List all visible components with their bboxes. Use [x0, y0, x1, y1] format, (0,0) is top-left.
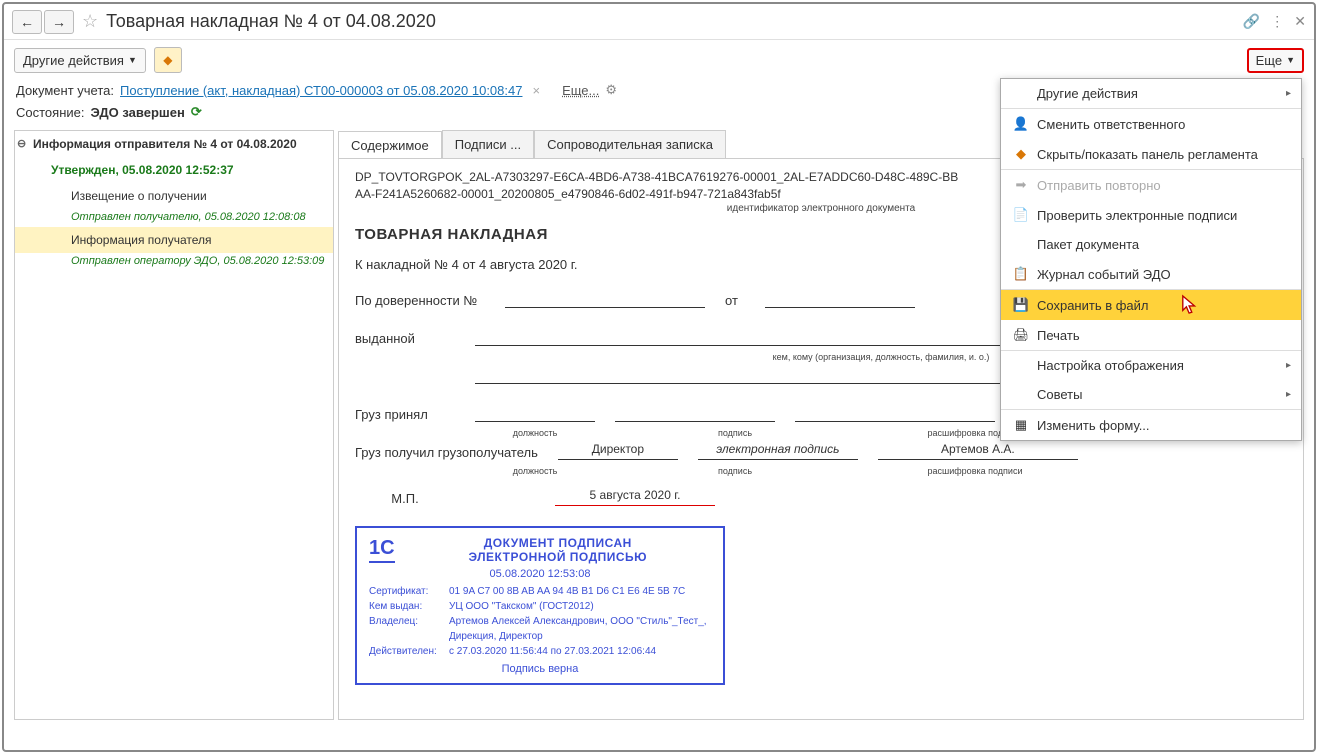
sig-date: 05.08.2020 12:53:08 [369, 568, 711, 580]
menu-resend: ➡Отправить повторно [1001, 170, 1301, 200]
toolbar: Другие действия ▼ ◆ Еще ▼ [4, 40, 1314, 80]
proxy-label: По доверенности № [355, 293, 485, 308]
menu-print[interactable]: 🖨Печать [1001, 320, 1301, 351]
menu-change-form[interactable]: ▦Изменить форму... [1001, 410, 1301, 440]
cap-decrypt-2: расшифровка подписи [875, 466, 1075, 476]
receive-position: Директор [558, 442, 678, 460]
sig-valid-k: Действителен: [369, 644, 449, 659]
other-actions-label: Другие действия [23, 53, 124, 68]
doc-label: Документ учета: [16, 83, 114, 98]
signature-box: 1C ДОКУМЕНТ ПОДПИСАНЭЛЕКТРОННОЙ ПОДПИСЬЮ… [355, 526, 725, 685]
menu-verify-signatures[interactable]: 📄Проверить электронные подписи [1001, 200, 1301, 230]
print-icon: 🖨 [1011, 327, 1031, 343]
accept-position [475, 404, 595, 422]
menu-event-log[interactable]: 📋Журнал событий ЭДО [1001, 259, 1301, 290]
sig-logo: 1C [369, 537, 395, 563]
receive-decrypt: Артемов А.А. [878, 442, 1078, 460]
cap-sign-2: подпись [655, 466, 815, 476]
accept-decrypt [795, 404, 995, 422]
state-value: ЭДО завершен [90, 105, 184, 120]
proxy-from-label: от [725, 293, 745, 308]
sidebar-approved: Утвержден, 05.08.2020 12:52:37 [15, 157, 333, 183]
menu-package[interactable]: Пакет документа [1001, 230, 1301, 259]
sig-ok: Подпись верна [369, 663, 711, 675]
more-button[interactable]: Еще ▼ [1247, 48, 1304, 73]
kebab-icon[interactable]: ⋮ [1270, 13, 1284, 30]
more-label: Еще [1256, 53, 1282, 68]
doc-more-link[interactable]: Еще... [562, 83, 599, 98]
menu-other-actions[interactable]: Другие действия [1001, 79, 1301, 109]
sidebar-item-recipient-status: Отправлен оператору ЭДО, 05.08.2020 12:5… [15, 253, 333, 271]
back-button[interactable]: ← [12, 10, 42, 34]
app-window: ← → ☆ Товарная накладная № 4 от 04.08.20… [2, 2, 1316, 752]
sig-issuer-k: Кем выдан: [369, 599, 449, 614]
cap-position-2: должность [475, 466, 595, 476]
chevron-down-icon: ▼ [128, 55, 137, 65]
sidebar: Информация отправителя № 4 от 04.08.2020… [14, 130, 334, 720]
doc-link[interactable]: Поступление (акт, накладная) СТ00-000003… [120, 83, 522, 98]
chevron-down-icon: ▼ [1286, 55, 1295, 65]
sig-cert-k: Сертификат: [369, 584, 449, 599]
save-icon: 💾 [1011, 297, 1031, 313]
person-icon: 👤 [1011, 116, 1031, 132]
accept-sign [615, 404, 775, 422]
refresh-icon[interactable]: ⟳ [191, 104, 202, 120]
clear-doc-icon[interactable]: × [532, 83, 540, 98]
sig-valid-v: с 27.03.2020 11:56:44 по 27.03.2021 12:0… [449, 644, 656, 659]
menu-change-responsible[interactable]: 👤Сменить ответственного [1001, 109, 1301, 139]
proxy-number-field [505, 290, 705, 308]
schema-icon: ◆ [1011, 146, 1031, 162]
tab-cover-note[interactable]: Сопроводительная записка [534, 130, 726, 158]
menu-tips[interactable]: Советы [1001, 380, 1301, 410]
arrow-icon: ➡ [1011, 177, 1031, 193]
menu-save-file[interactable]: 💾Сохранить в файл [1001, 290, 1301, 320]
sidebar-head[interactable]: Информация отправителя № 4 от 04.08.2020 [15, 131, 333, 157]
cargo-receive-row: Груз получил грузополучатель Директор эл… [355, 442, 1287, 460]
link-icon[interactable]: 🔗 [1243, 13, 1260, 30]
other-actions-button[interactable]: Другие действия ▼ [14, 48, 146, 73]
receive-sign: электронная подпись [698, 442, 858, 460]
close-icon[interactable]: ✕ [1294, 13, 1306, 30]
cursor-icon [1181, 294, 1199, 316]
sig-title: ДОКУМЕНТ ПОДПИСАНЭЛЕКТРОННОЙ ПОДПИСЬЮ [405, 536, 711, 564]
sidebar-item-receipt-status: Отправлен получателю, 05.08.2020 12:08:0… [15, 209, 333, 227]
cargo-accept-label: Груз принял [355, 407, 455, 422]
favorite-icon[interactable]: ☆ [82, 11, 98, 32]
tab-content[interactable]: Содержимое [338, 131, 442, 159]
verify-icon: 📄 [1011, 207, 1031, 223]
mp-label: М.П. [355, 491, 455, 506]
form-icon: ▦ [1011, 417, 1031, 433]
sig-owner-k: Владелец: [369, 614, 449, 644]
menu-display-settings[interactable]: Настройка отображения [1001, 351, 1301, 380]
sig-cert-v: 01 9A C7 00 8B AB AA 94 4B B1 D6 C1 E6 4… [449, 584, 685, 599]
titlebar: ← → ☆ Товарная накладная № 4 от 04.08.20… [4, 4, 1314, 40]
schema-icon: ◆ [163, 53, 172, 67]
gear-icon[interactable]: ⚙ [605, 82, 617, 98]
sig-owner-v: Артемов Алексей Александрович, ООО "Стил… [449, 614, 711, 644]
forward-button[interactable]: → [44, 10, 74, 34]
cargo-receive-label: Груз получил грузополучатель [355, 445, 538, 460]
menu-toggle-panel[interactable]: ◆Скрыть/показать панель регламента [1001, 139, 1301, 170]
cap-position-1: должность [475, 428, 595, 438]
mp-row: М.П. 5 августа 2020 г. [355, 488, 1287, 506]
proxy-date-field [765, 290, 915, 308]
sig-issuer-v: УЦ ООО "Такском" (ГОСТ2012) [449, 599, 594, 614]
window-title: Товарная накладная № 4 от 04.08.2020 [106, 11, 436, 32]
sidebar-item-receipt[interactable]: Извещение о получении [15, 183, 333, 209]
mp-date: 5 августа 2020 г. [555, 488, 715, 506]
log-icon: 📋 [1011, 266, 1031, 282]
schema-button[interactable]: ◆ [154, 47, 182, 73]
issued-label: выданной [355, 331, 455, 346]
tab-signatures[interactable]: Подписи ... [442, 130, 534, 158]
state-label: Состояние: [16, 105, 84, 120]
cap-sign-1: подпись [655, 428, 815, 438]
more-menu: Другие действия 👤Сменить ответственного … [1000, 78, 1302, 441]
sidebar-item-recipient[interactable]: Информация получателя [15, 227, 333, 253]
